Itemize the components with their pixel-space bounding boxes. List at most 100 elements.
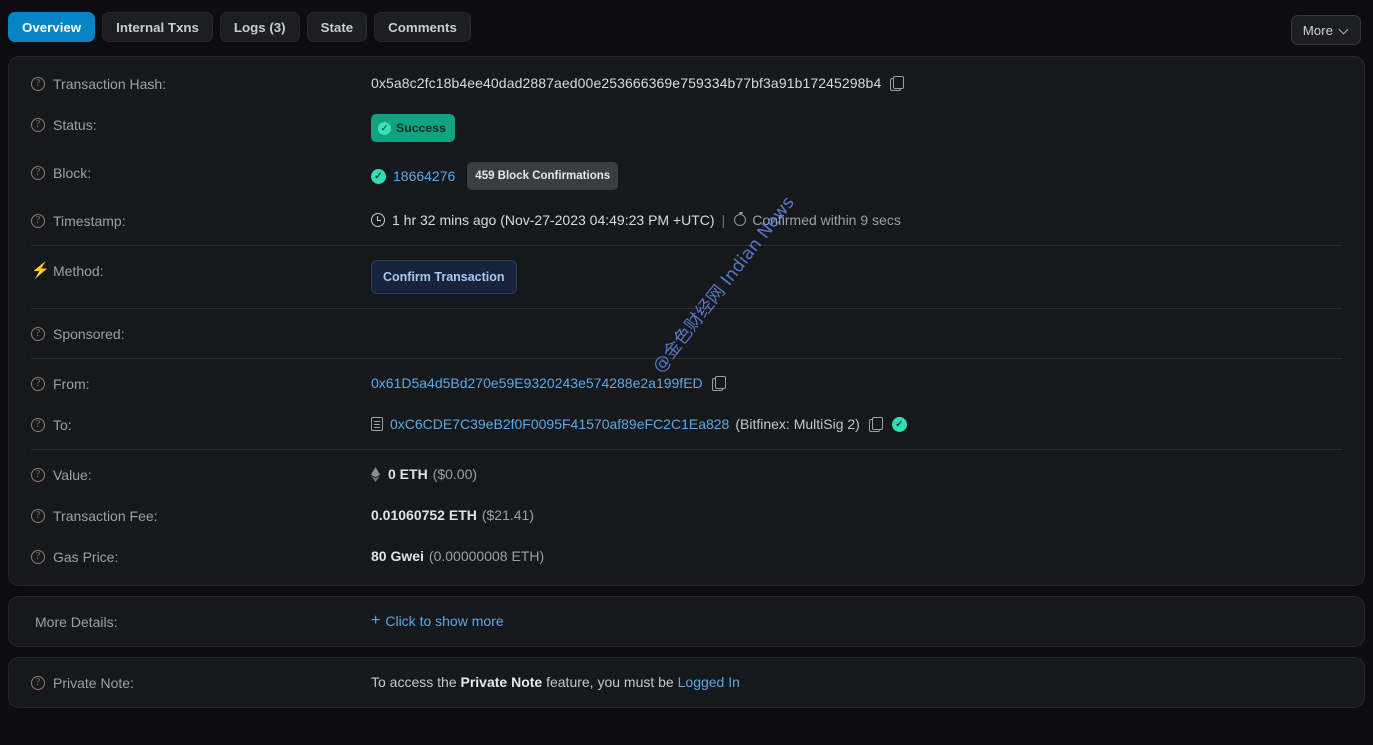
row-private-note: ? Private Note: To access the Private No… [9,658,1364,707]
private-note-prefix: To access the [371,674,457,690]
help-icon[interactable]: ? [31,166,45,180]
to-label-wrap: ? To: [31,414,371,435]
divider [31,449,1342,450]
help-icon[interactable]: ? [31,77,45,91]
check-circle-icon: ✓ [378,121,391,135]
value-amount: 0 ETH [388,466,428,482]
from-address-link[interactable]: 0x61D5a4d5Bd270e59E9320243e574288e2a199f… [371,373,703,393]
block-number-link[interactable]: 18664276 [393,166,455,186]
logged-in-link[interactable]: Logged In [678,672,740,692]
divider [31,245,1342,246]
from-value-wrap: 0x61D5a4d5Bd270e59E9320243e574288e2a199f… [371,373,1342,393]
value-value-wrap: 0 ETH ($0.00) [371,464,1342,484]
clock-icon [371,213,385,227]
verified-check-icon: ✓ [891,416,907,432]
transaction-fee-amount: 0.01060752 ETH [371,507,477,523]
private-note-card: ? Private Note: To access the Private No… [8,657,1365,708]
row-gas-price: ? Gas Price: 80 Gwei (0.00000008 ETH) [9,536,1364,577]
to-address-link[interactable]: 0xC6CDE7C39eB2f0F0095F41570af89eFC2C1Ea8… [390,414,729,434]
tab-bar: Overview Internal Txns Logs (3) State Co… [8,8,1365,46]
row-timestamp: ? Timestamp: 1 hr 32 mins ago (Nov-27-20… [9,200,1364,241]
help-icon[interactable]: ? [31,468,45,482]
help-icon[interactable]: ? [31,118,45,132]
check-circle-icon: ✓ [371,168,386,184]
row-block: ? Block: ✓ 18664276 459 Block Confirmati… [9,152,1364,200]
timestamp-label-wrap: ? Timestamp: [31,210,371,231]
method-badge[interactable]: Confirm Transaction [371,260,517,294]
copy-icon[interactable] [868,417,883,432]
stopwatch-icon [734,211,747,226]
from-label-wrap: ? From: [31,373,371,394]
to-value-wrap: 0xC6CDE7C39eB2f0F0095F41570af89eFC2C1Ea8… [371,414,1342,434]
status-badge: ✓ Success [371,114,455,142]
row-status: ? Status: ✓ Success [9,104,1364,152]
timestamp-relative: 1 hr 32 mins ago [392,212,497,228]
value-label-wrap: ? Value: [31,464,371,485]
to-address-tag: (Bitfinex: MultiSig 2) [735,416,860,432]
private-note-middle: feature, you must be [546,674,674,690]
private-note-bold: Private Note [460,674,543,690]
row-transaction-fee: ? Transaction Fee: 0.01060752 ETH ($21.4… [9,495,1364,536]
transaction-hash-value: 0x5a8c2fc18b4ee40dad2887aed00e253666369e… [371,75,882,91]
help-icon[interactable]: ? [31,214,45,228]
private-note-label: Private Note: [53,675,134,691]
help-icon[interactable]: ? [31,550,45,564]
transaction-fee-label-wrap: ? Transaction Fee: [31,505,371,526]
tab-logs[interactable]: Logs (3) [219,12,300,42]
gas-price-value-wrap: 80 Gwei (0.00000008 ETH) [371,546,1342,566]
from-label: From: [53,376,90,392]
plus-icon: + [371,612,381,629]
transaction-hash-value-wrap: 0x5a8c2fc18b4ee40dad2887aed00e253666369e… [371,73,1342,93]
tab-list: Overview Internal Txns Logs (3) State Co… [8,12,471,42]
gas-price-eth: (0.00000008 ETH) [428,548,545,564]
copy-icon[interactable] [890,76,905,91]
tab-state[interactable]: State [306,12,368,42]
more-details-card: More Details: + Click to show more [8,596,1365,647]
status-value-wrap: ✓ Success [371,114,1342,142]
help-icon[interactable]: ? [31,676,45,690]
method-label: Method: [53,263,104,279]
sponsored-label-wrap: ? Sponsored: [31,323,371,344]
lightning-bolt-icon: ⚡ [31,262,50,279]
help-icon[interactable]: ? [31,418,45,432]
gas-price-amount: 80 Gwei [371,548,424,564]
divider [31,308,1342,309]
timestamp-label: Timestamp: [53,213,126,229]
more-dropdown-button[interactable]: More [1290,15,1361,45]
sponsored-label: Sponsored: [53,326,125,342]
block-value-wrap: ✓ 18664276 459 Block Confirmations [371,162,1342,190]
tab-internal-txns[interactable]: Internal Txns [102,12,213,42]
help-icon[interactable]: ? [31,509,45,523]
more-details-label-wrap: More Details: [31,611,371,632]
help-icon[interactable]: ? [31,327,45,341]
private-note-label-wrap: ? Private Note: [31,672,371,693]
transaction-fee-label: Transaction Fee: [53,508,158,524]
timestamp-separator: | [721,212,726,228]
transaction-hash-label-wrap: ? Transaction Hash: [31,73,371,94]
gas-price-label-wrap: ? Gas Price: [31,546,371,567]
more-button-label: More [1302,22,1333,38]
row-from: ? From: 0x61D5a4d5Bd270e59E9320243e57428… [9,363,1364,404]
status-label-wrap: ? Status: [31,114,371,135]
row-sponsored: ? Sponsored: [9,313,1364,354]
block-confirmations-badge: 459 Block Confirmations [467,162,619,190]
more-details-value-wrap: + Click to show more [371,611,1342,631]
timestamp-absolute: (Nov-27-2023 04:49:23 PM +UTC) [500,212,715,228]
divider [31,358,1342,359]
ethereum-icon [371,466,380,482]
chevron-down-icon [1340,26,1349,35]
copy-icon[interactable] [711,376,726,391]
overview-card: @金色财经网 Indian News ? Transaction Hash: 0… [8,56,1365,586]
tab-overview[interactable]: Overview [8,12,96,42]
value-label: Value: [53,467,92,483]
timestamp-value-wrap: 1 hr 32 mins ago (Nov-27-2023 04:49:23 P… [371,210,1342,230]
timestamp-confirmed: Confirmed within 9 secs [752,212,901,228]
row-transaction-hash: ? Transaction Hash: 0x5a8c2fc18b4ee40dad… [9,63,1364,104]
value-fiat: ($0.00) [432,466,478,482]
row-to: ? To: 0xC6CDE7C39eB2f0F0095F41570af89eFC… [9,404,1364,445]
tab-comments[interactable]: Comments [374,12,471,42]
status-badge-label: Success [396,121,446,135]
help-icon[interactable]: ? [31,377,45,391]
click-to-show-more-link[interactable]: Click to show more [385,611,503,631]
block-label: Block: [53,165,92,181]
